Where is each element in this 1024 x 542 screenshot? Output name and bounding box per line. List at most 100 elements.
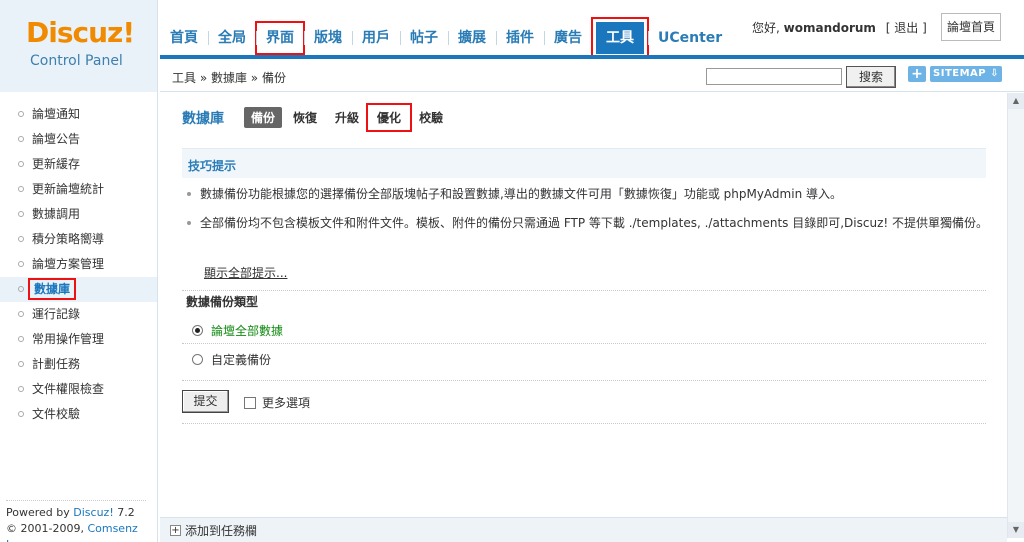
nav-item-ucenter[interactable]: UCenter — [648, 22, 732, 54]
sidebar-item-label: 常用操作管理 — [32, 332, 105, 346]
tips-title: 技巧提示 — [188, 159, 237, 173]
nav-item-interface[interactable]: 界面 — [255, 21, 305, 55]
more-options-toggle[interactable]: 更多選項 — [244, 394, 310, 411]
nav-item-forums[interactable]: 版塊 — [304, 22, 352, 54]
forum-home-button[interactable]: 論壇首頁 — [941, 13, 1001, 41]
tab-restore[interactable]: 恢復 — [286, 107, 324, 128]
sidebar-item-label: 文件權限檢查 — [32, 382, 105, 396]
sidebar-item-cache[interactable]: 更新緩存 — [0, 152, 157, 177]
sidebar-item-label: 論壇公告 — [32, 132, 81, 146]
bullet-icon — [18, 161, 24, 167]
sidebar-menu: 論壇通知 論壇公告 更新緩存 更新論壇統計 數據調用 積分策略嚮導 論壇方案管理… — [0, 102, 157, 427]
checkbox-icon[interactable] — [244, 396, 256, 409]
breadcrumb: 工具 » 數據庫 » 備份 — [172, 71, 286, 85]
tab-optimize[interactable]: 優化 — [366, 103, 413, 132]
option-custom-backup[interactable]: 自定義備份 — [192, 351, 271, 368]
radio-unchecked-icon[interactable] — [192, 354, 203, 365]
radio-checked-icon[interactable] — [192, 325, 203, 336]
sidebar-item-database[interactable]: 數據庫 — [0, 277, 157, 302]
sidebar-item-announcements[interactable]: 論壇公告 — [0, 127, 157, 152]
nav-item-ads[interactable]: 廣告 — [544, 22, 592, 54]
powered-by: Powered by Discuz! 7.2 © 2001-2009, Coms… — [6, 505, 157, 542]
username: womandorum — [783, 21, 876, 35]
more-options-label: 更多選項 — [262, 396, 311, 410]
sidebar-item-label: 更新緩存 — [32, 157, 81, 171]
sidebar-item-label: 文件校驗 — [32, 407, 81, 421]
sitemap-button[interactable]: SITEMAP ⇩ — [930, 66, 1002, 82]
sidebar-item-file-check[interactable]: 文件校驗 — [0, 402, 157, 427]
tip-templates-info: 全部備份均不包含模板文件和附件文件。模板、附件的備份只需通過 FTP 等下載 .… — [187, 216, 989, 230]
bullet-icon — [18, 386, 24, 392]
powered-version: 7.2 — [113, 506, 135, 519]
logout-link[interactable]: [ 退出 ] — [886, 21, 927, 35]
bottom-bar: + 添加到任務欄 — [160, 517, 1007, 542]
option-label: 論壇全部數據 — [211, 324, 284, 338]
tip-backup-info: 數據備份功能根據您的選擇備份全部版塊帖子和設置數據,導出的數據文件可用「數據恢復… — [187, 185, 990, 203]
nav-item-users[interactable]: 用戶 — [352, 22, 400, 54]
search-input[interactable] — [706, 68, 842, 85]
tab-upgrade[interactable]: 升級 — [328, 107, 366, 128]
sidebar-item-label: 論壇方案管理 — [32, 257, 105, 271]
sidebar-item-cron[interactable]: 計劃任務 — [0, 352, 157, 377]
nav-item-tools[interactable]: 工具 — [596, 22, 644, 54]
sidebar-item-schemes[interactable]: 論壇方案管理 — [0, 252, 157, 277]
sidebar-item-stats[interactable]: 更新論壇統計 — [0, 177, 157, 202]
option-full-backup[interactable]: 論壇全部數據 — [192, 322, 283, 339]
bullet-icon — [18, 411, 24, 417]
bullet-icon — [18, 186, 24, 192]
nav-item-home[interactable]: 首頁 — [160, 22, 208, 54]
sidebar-item-label: 數據調用 — [32, 207, 81, 221]
header: Discuz! Control Panel 首頁 全局 界面 版塊 用戶 帖子 … — [0, 0, 1024, 92]
sidebar-item-notices[interactable]: 論壇通知 — [0, 102, 157, 127]
nav-item-plugins[interactable]: 插件 — [496, 22, 544, 54]
tab-backup[interactable]: 備份 — [244, 107, 283, 128]
sidebar-item-label: 更新論壇統計 — [32, 182, 105, 196]
sidebar-item-label: 數據庫 — [27, 278, 77, 300]
powered-brand-link[interactable]: Discuz! — [73, 506, 113, 519]
tips-header: 技巧提示 — [182, 148, 986, 178]
nav-item-global[interactable]: 全局 — [208, 22, 256, 54]
scroll-down-icon[interactable]: ▼ — [1008, 522, 1024, 538]
bullet-icon — [18, 136, 24, 142]
tab-check[interactable]: 校驗 — [412, 107, 450, 128]
divider — [182, 290, 986, 291]
greeting-text: 您好, — [752, 21, 780, 35]
plus-icon[interactable]: + — [908, 66, 926, 82]
sidebar-item-label: 積分策略嚮導 — [32, 232, 105, 246]
sidebar-item-common-ops[interactable]: 常用操作管理 — [0, 327, 157, 352]
bullet-icon — [18, 211, 24, 217]
scroll-up-icon[interactable]: ▲ — [1008, 93, 1024, 109]
add-to-taskbar[interactable]: + 添加到任務欄 — [170, 522, 257, 539]
nav-item-posts[interactable]: 帖子 — [400, 22, 448, 54]
bullet-icon — [18, 261, 24, 267]
sidebar-item-file-perms[interactable]: 文件權限檢查 — [0, 377, 157, 402]
database-tabs: 數據庫 備份 恢復 升級 優化 校驗 — [182, 103, 454, 132]
divider — [182, 380, 986, 381]
option-label: 自定義備份 — [211, 353, 272, 367]
vertical-scrollbar[interactable]: ▲ ▼ — [1007, 93, 1024, 538]
submit-button[interactable]: 提交 — [182, 390, 229, 413]
copyright-prefix: © 2001-2009, — [6, 522, 88, 535]
divider — [182, 423, 986, 424]
add-to-taskbar-label: 添加到任務欄 — [185, 524, 258, 538]
bullet-icon — [18, 236, 24, 242]
main-content: 數據庫 備份 恢復 升級 優化 校驗 技巧提示 數據備份功能根據您的選擇備份全部… — [160, 93, 1008, 517]
discuz-logo[interactable]: Discuz! — [26, 16, 135, 49]
sidebar-item-credit-wizard[interactable]: 積分策略嚮導 — [0, 227, 157, 252]
show-all-tips-link[interactable]: 顯示全部提示... — [204, 264, 287, 281]
nav-item-extensions[interactable]: 擴展 — [448, 22, 496, 54]
sidebar: 論壇通知 論壇公告 更新緩存 更新論壇統計 數據調用 積分策略嚮導 論壇方案管理… — [0, 92, 158, 542]
backup-type-title: 數據備份類型 — [186, 295, 259, 309]
main-nav: 首頁 全局 界面 版塊 用戶 帖子 擴展 插件 廣告 工具 UCenter — [160, 21, 732, 55]
plus-square-icon: + — [170, 525, 181, 536]
bullet-icon — [18, 336, 24, 342]
sidebar-item-label: 論壇通知 — [32, 107, 81, 121]
sidebar-divider — [6, 500, 146, 501]
search-button[interactable]: 搜索 — [846, 66, 896, 88]
bullet-icon — [18, 361, 24, 367]
sidebar-item-data-call[interactable]: 數據調用 — [0, 202, 157, 227]
logo-area: Discuz! Control Panel — [0, 0, 158, 92]
logo-subtitle: Control Panel — [30, 53, 123, 69]
powered-prefix: Powered by — [6, 506, 74, 519]
sidebar-item-logs[interactable]: 運行記錄 — [0, 302, 157, 327]
